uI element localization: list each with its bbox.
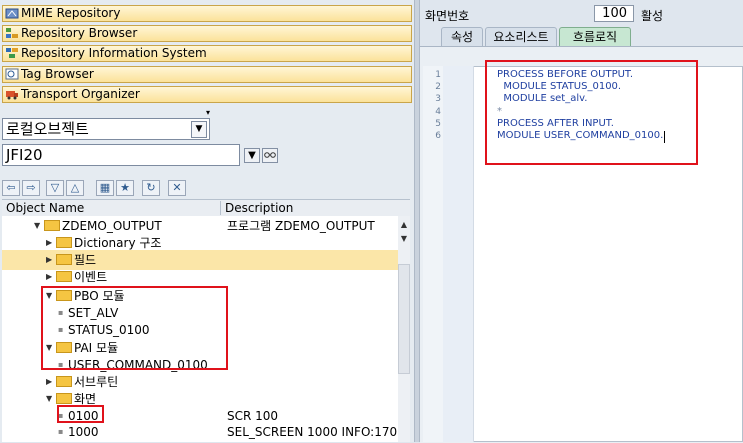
tab-flow-logic[interactable]: 흐름로직 <box>559 27 631 47</box>
nav-label: MIME Repository <box>21 6 121 20</box>
tree-row-description: SEL_SCREEN 1000 INFO:1700 <box>227 425 397 439</box>
line-number: 6 <box>435 131 441 141</box>
scroll-up-icon[interactable]: ▲ <box>399 220 409 229</box>
line-number: 5 <box>435 119 441 129</box>
object-type-value: 로컬오브젝트 <box>6 120 89 138</box>
refresh-icon[interactable]: ↻ <box>142 180 160 196</box>
chevron-down-icon[interactable]: ▼ <box>191 121 207 138</box>
tab-element-list[interactable]: 요소리스트 <box>485 27 557 47</box>
folder-icon <box>56 376 72 387</box>
screen-number-label: 화면번호 <box>425 9 470 23</box>
nav-label: Tag Browser <box>21 67 94 81</box>
folder-icon <box>56 254 72 265</box>
tree-row-screen-1000[interactable]: ▪ 1000 SEL_SCREEN 1000 INFO:1700 <box>2 422 398 442</box>
dropdown-icon[interactable]: ▼ <box>244 148 260 163</box>
back-icon[interactable]: ⇦ <box>2 180 20 196</box>
close-icon[interactable]: ✕ <box>168 180 186 196</box>
collapsed-toggle-icon[interactable]: ▶ <box>46 267 52 287</box>
favorites-star-icon[interactable]: ★ <box>116 180 134 196</box>
screen-number-field[interactable]: 100 <box>594 5 634 22</box>
nav-tag-browser[interactable]: Tag Browser <box>2 66 412 83</box>
nav-mime-repository[interactable]: MIME Repository <box>2 5 412 22</box>
tree-row-events[interactable]: ▶ 이벤트 <box>2 267 398 287</box>
object-name-value: JFI20 <box>6 146 43 164</box>
repository-browser-icon <box>5 27 19 39</box>
annotation-box-screen-0100 <box>57 405 104 423</box>
nav-repository-information-system[interactable]: Repository Information System <box>2 45 412 62</box>
folder-open-icon <box>44 220 60 231</box>
nav-label: Repository Browser <box>21 26 138 40</box>
tree-row-label: 이벤트 <box>74 270 108 284</box>
tab-attributes[interactable]: 속성 <box>441 27 483 47</box>
folder-icon <box>56 237 72 248</box>
transport-icon <box>5 88 19 100</box>
column-object-name[interactable]: Object Name <box>6 201 84 215</box>
nav-label: Repository Information System <box>21 46 207 60</box>
line-number: 1 <box>435 70 441 80</box>
nav-transport-organizer[interactable]: Transport Organizer <box>2 86 412 103</box>
folder-open-icon <box>56 393 72 404</box>
nav-label: Transport Organizer <box>21 87 140 101</box>
mime-icon <box>5 7 19 19</box>
folder-icon <box>56 271 72 282</box>
screen-status: 활성 <box>641 9 664 23</box>
leaf-bullet-icon: ▪ <box>58 427 64 436</box>
annotation-box-modules <box>41 286 228 370</box>
glasses-display-icon[interactable] <box>262 148 278 163</box>
line-number: 4 <box>435 107 441 117</box>
object-type-select[interactable]: 로컬오브젝트 ▼ <box>2 118 210 140</box>
splitter-marker: ▾ <box>206 108 211 117</box>
info-system-icon <box>5 47 19 59</box>
forward-icon[interactable]: ⇨ <box>22 180 40 196</box>
scroll-down-icon[interactable]: ▼ <box>399 234 409 243</box>
collapse-icon[interactable]: ▽ <box>46 180 64 196</box>
expand-icon[interactable]: △ <box>66 180 84 196</box>
column-description[interactable]: Description <box>220 201 293 215</box>
scroll-thumb[interactable] <box>398 264 410 374</box>
annotation-box-flow-logic <box>485 60 698 165</box>
line-number: 2 <box>435 82 441 92</box>
editor-margin <box>443 66 474 442</box>
nav-repository-browser[interactable]: Repository Browser <box>2 25 412 42</box>
tree-row-label: 1000 <box>68 425 99 439</box>
tree-header: Object Name Description <box>2 199 410 217</box>
tree-scrollbar[interactable]: ▲ ▼ <box>398 216 410 442</box>
object-name-input[interactable]: JFI20 <box>2 144 240 166</box>
tag-browser-icon <box>5 68 19 80</box>
hierarchy-icon[interactable]: ▦ <box>96 180 114 196</box>
line-number: 3 <box>435 94 441 104</box>
